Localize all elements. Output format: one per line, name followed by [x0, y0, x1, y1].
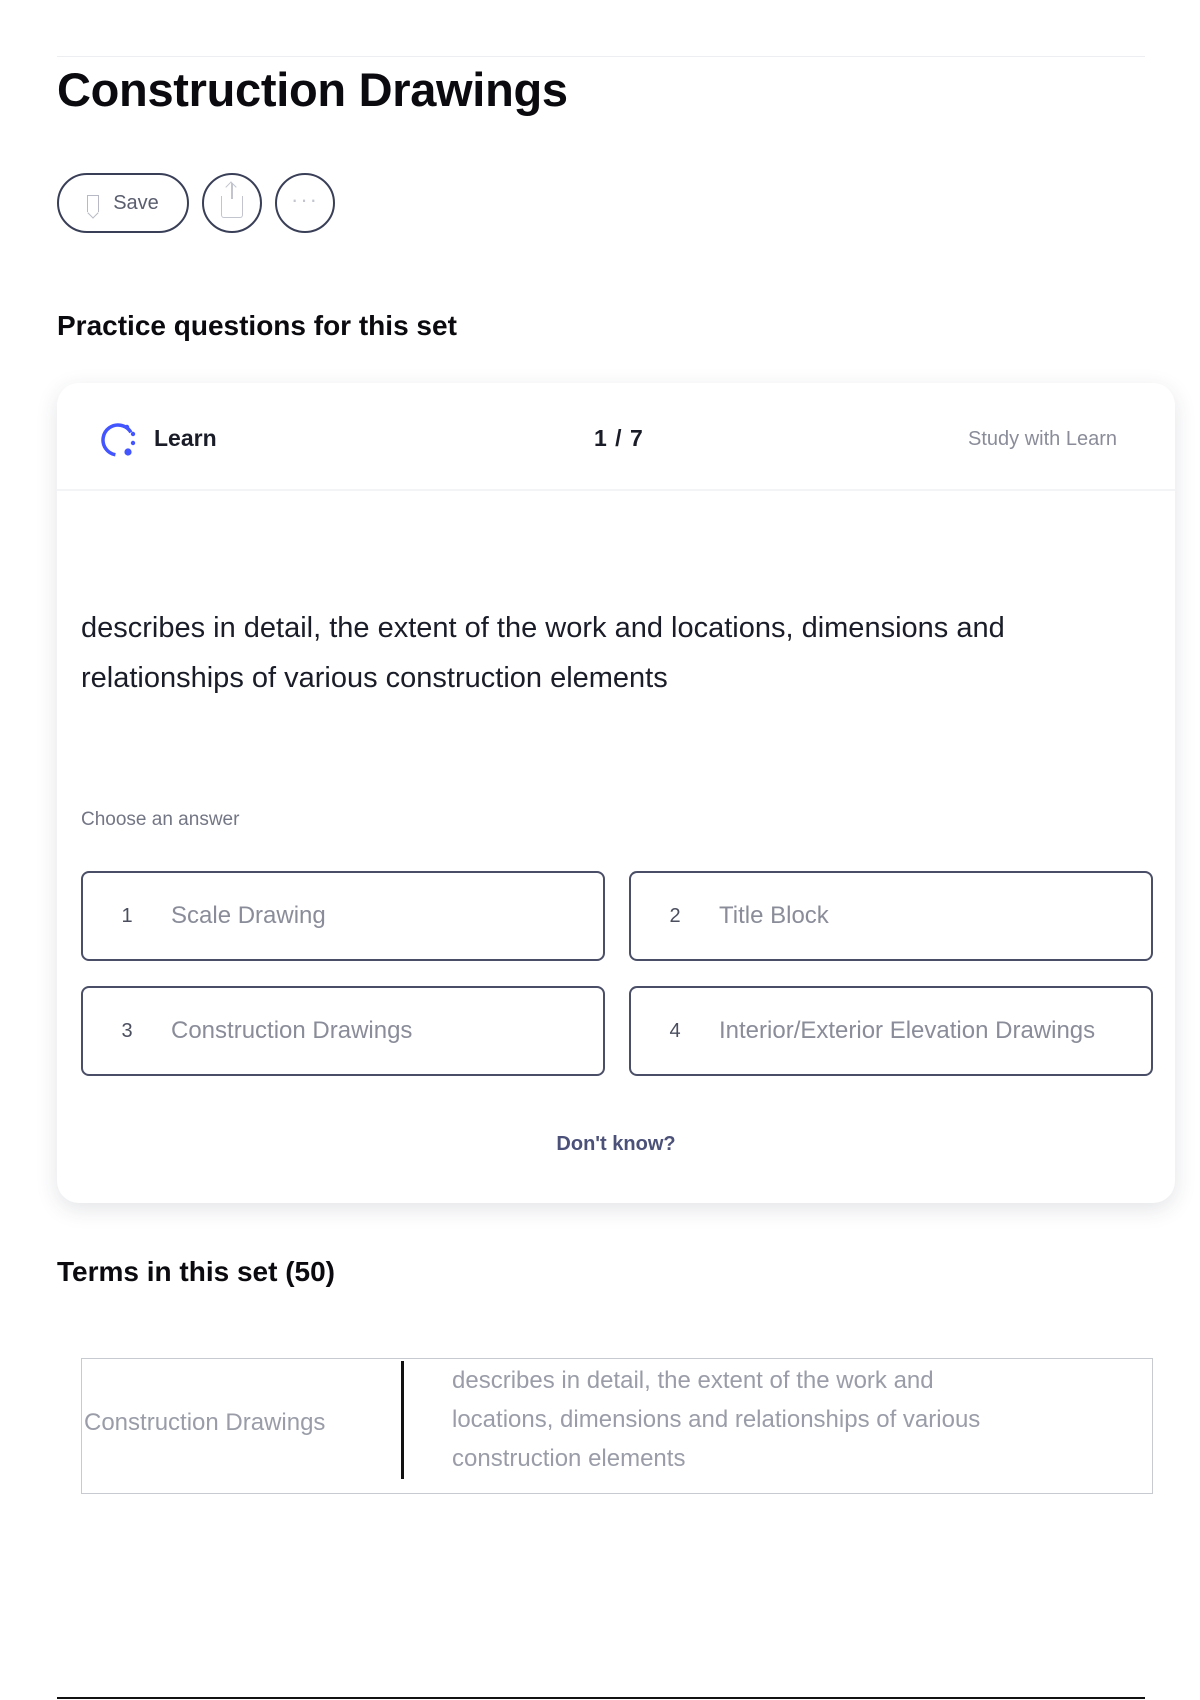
answer-text: Interior/Exterior Elevation Drawings — [719, 1017, 1096, 1044]
answer-text: Construction Drawings — [171, 1017, 413, 1044]
terms-table: Construction Drawings describes in detai… — [81, 1358, 1153, 1494]
practice-heading: Practice questions for this set — [57, 310, 457, 341]
share-icon — [221, 183, 243, 218]
page-title: Construction Drawings — [57, 63, 568, 116]
answer-number: 1 — [121, 904, 133, 927]
learn-label: Learn — [154, 425, 217, 451]
save-label: Save — [113, 191, 159, 214]
action-row: Save ··· — [57, 173, 335, 233]
more-options-button[interactable]: ··· — [275, 173, 335, 233]
answer-text: Title Block — [719, 902, 829, 929]
answer-number: 2 — [669, 904, 681, 927]
learn-card-header: Learn 1 / 7 Study with Learn — [57, 383, 1175, 491]
answer-number: 3 — [121, 1019, 133, 1042]
learn-card: Learn 1 / 7 Study with Learn describes i… — [57, 383, 1175, 1203]
term-cell: Construction Drawings — [84, 1409, 326, 1436]
bookmark-icon — [87, 194, 100, 212]
question-progress: 1 / 7 — [594, 425, 644, 451]
answer-number: 4 — [669, 1019, 681, 1042]
answer-option-4[interactable]: 4 Interior/Exterior Elevation Drawings — [629, 986, 1153, 1076]
top-divider — [57, 56, 1145, 57]
study-with-learn-link[interactable]: Study with Learn — [968, 428, 1117, 451]
question-text: describes in detail, the extent of the w… — [81, 612, 1005, 694]
share-button[interactable] — [202, 173, 262, 233]
answer-text: Scale Drawing — [171, 902, 326, 929]
choose-answer-label: Choose an answer — [81, 809, 240, 830]
bottom-divider — [57, 1697, 1145, 1699]
answer-option-3[interactable]: 3 Construction Drawings — [81, 986, 605, 1076]
save-button[interactable]: Save — [57, 173, 189, 233]
term-divider — [401, 1361, 404, 1479]
dont-know-button[interactable]: Don't know? — [57, 1133, 1175, 1156]
answer-option-1[interactable]: 1 Scale Drawing — [81, 871, 605, 961]
definition-cell: describes in detail, the extent of the w… — [452, 1367, 981, 1472]
answer-option-2[interactable]: 2 Title Block — [629, 871, 1153, 961]
terms-heading: Terms in this set (50) — [57, 1256, 336, 1287]
learn-icon — [101, 423, 136, 457]
more-icon: ··· — [291, 187, 319, 212]
